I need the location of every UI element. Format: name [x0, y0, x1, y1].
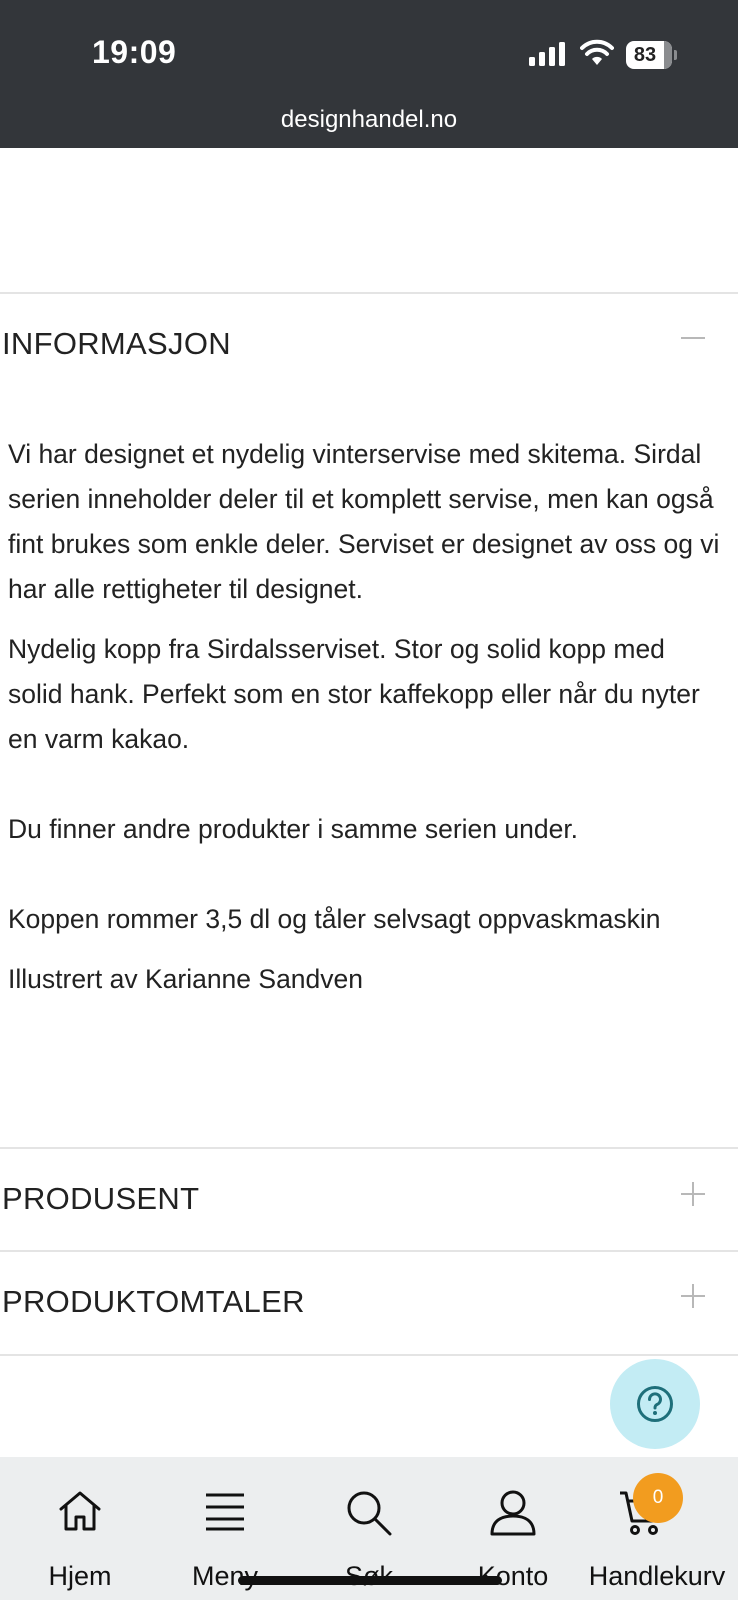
cart-count-badge: 0	[633, 1473, 683, 1523]
browser-status-bar: 19:09 83 designhandel.no	[0, 0, 738, 148]
section-divider	[0, 1250, 738, 1252]
description-paragraph: Koppen rommer 3,5 dl og tåler selvsagt o…	[8, 904, 661, 934]
nav-label: Hjem	[48, 1561, 112, 1591]
battery-icon: 83	[626, 41, 677, 69]
battery-level: 83	[633, 44, 657, 66]
status-time: 19:09	[92, 34, 177, 70]
address-bar-url[interactable]: designhandel.no	[0, 106, 738, 134]
wifi-icon	[580, 39, 614, 65]
home-indicator	[238, 1576, 502, 1585]
cellular-signal-icon	[529, 42, 565, 66]
collapse-minus-icon[interactable]	[681, 337, 705, 339]
section-divider	[0, 1147, 738, 1149]
help-chat-button[interactable]	[610, 1359, 700, 1449]
user-icon	[490, 1490, 536, 1536]
description-paragraph: Du finner andre produkter i samme serien…	[8, 814, 579, 844]
section-header-informasjon[interactable]: INFORMASJON	[2, 326, 231, 362]
home-icon	[59, 1491, 101, 1531]
section-divider	[0, 1354, 738, 1356]
nav-home[interactable]: Hjem	[10, 1457, 150, 1600]
description-paragraph: Illustrert av Karianne Sandven	[8, 964, 364, 994]
expand-plus-icon[interactable]	[681, 1182, 705, 1206]
nav-label: Handlekurv	[588, 1561, 726, 1591]
expand-plus-icon[interactable]	[681, 1284, 705, 1308]
section-divider	[0, 292, 738, 294]
menu-icon	[206, 1493, 244, 1531]
description-paragraph: Nydelig kopp fra Sirdalsserviset. Stor o…	[8, 634, 700, 754]
description-paragraph: Vi har designet et nydelig vinterservise…	[8, 439, 720, 604]
informasjon-content: Vi har designet et nydelig vinterservise…	[8, 432, 720, 1002]
section-header-produktomtaler[interactable]: PRODUKTOMTALER	[2, 1284, 305, 1320]
section-header-produsent[interactable]: PRODUSENT	[2, 1181, 199, 1217]
question-circle-icon	[637, 1386, 673, 1422]
search-icon	[347, 1491, 392, 1536]
